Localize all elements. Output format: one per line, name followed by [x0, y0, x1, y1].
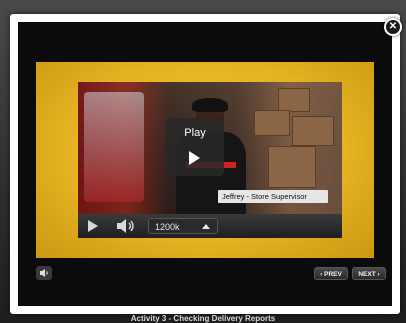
video-frame: Play Jeffrey - Store Supervisor	[78, 82, 342, 214]
prev-button[interactable]: ‹ PREV	[314, 267, 348, 280]
next-button[interactable]: NEXT ›	[352, 267, 386, 280]
audio-toggle-button[interactable]	[36, 266, 52, 280]
person-cap	[192, 98, 228, 112]
play-overlay-label: Play	[184, 127, 206, 139]
scene-crate	[292, 116, 334, 146]
scene-crate	[268, 146, 316, 188]
caret-up-icon	[202, 224, 210, 229]
quality-value: 1200k	[155, 222, 180, 232]
lightbox-modal: Play Jeffrey - Store Supervisor 1200k ‹ …	[10, 14, 402, 314]
play-icon[interactable]	[88, 220, 98, 232]
speaker-caption: Jeffrey - Store Supervisor	[218, 190, 328, 203]
play-overlay-button[interactable]: Play	[166, 118, 224, 176]
modal-content: Play Jeffrey - Store Supervisor 1200k ‹ …	[18, 22, 392, 306]
close-icon[interactable]: ✕	[384, 18, 402, 36]
volume-icon[interactable]	[116, 219, 136, 233]
play-icon	[189, 151, 200, 165]
video-controls-bar: 1200k	[78, 214, 342, 238]
scene-crate	[254, 110, 290, 136]
quality-selector[interactable]: 1200k	[148, 218, 218, 234]
speaker-icon	[40, 269, 48, 277]
activity-title: Activity 3 - Checking Delivery Reports	[130, 314, 276, 323]
scene-crate	[278, 88, 310, 112]
video-player[interactable]: Play Jeffrey - Store Supervisor 1200k	[78, 82, 342, 238]
scene-wrapped-pallet	[84, 92, 144, 202]
